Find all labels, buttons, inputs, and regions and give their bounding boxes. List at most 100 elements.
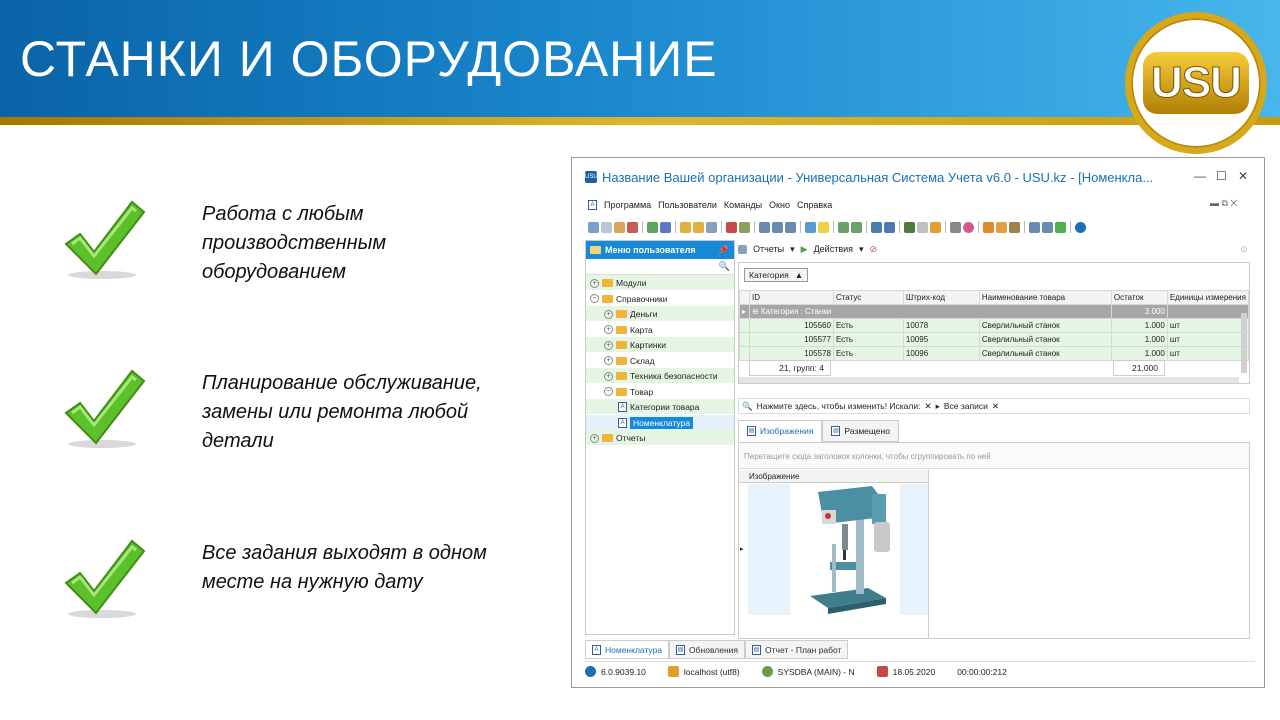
minimize-icon[interactable]: — bbox=[1194, 169, 1206, 183]
toolbar-icon[interactable] bbox=[627, 221, 638, 233]
menu-program[interactable]: Программа bbox=[604, 200, 651, 210]
tree-item[interactable]: + Модули bbox=[590, 276, 646, 290]
tree-item[interactable]: + Техника безопасности bbox=[604, 369, 718, 383]
filter-hint[interactable]: Нажмите здесь, чтобы изменить! Искали: bbox=[757, 401, 921, 411]
close-icon[interactable]: ✕ bbox=[924, 401, 931, 412]
toolbar-icon[interactable] bbox=[680, 221, 691, 233]
menu-commands[interactable]: Команды bbox=[724, 200, 762, 210]
gear-icon[interactable] bbox=[950, 221, 961, 233]
table-row[interactable]: 105577 Есть 10095 Сверлильный станок 1.000 шт bbox=[739, 332, 1250, 347]
tree-item[interactable]: + Отчеты bbox=[590, 431, 645, 445]
expand-icon[interactable]: + bbox=[604, 371, 613, 381]
document-icon: ▤ bbox=[676, 644, 686, 655]
toolbar-icon[interactable] bbox=[851, 221, 862, 233]
tree-item[interactable]: + Картинки bbox=[604, 338, 666, 352]
tree-item-label: Склад bbox=[630, 355, 655, 366]
column-header[interactable]: Изображение bbox=[739, 470, 928, 483]
toolbar-icon[interactable] bbox=[871, 221, 882, 233]
collapse-icon[interactable]: − bbox=[590, 294, 599, 303]
table-row[interactable]: 105560 Есть 10078 Сверлильный станок 1.000 шт bbox=[739, 318, 1250, 333]
expand-icon[interactable]: + bbox=[604, 309, 613, 319]
tree-item[interactable]: A Категории товара bbox=[618, 400, 699, 414]
toolbar-icon[interactable] bbox=[647, 221, 658, 233]
toolbar-icon[interactable] bbox=[904, 221, 915, 233]
expand-icon[interactable]: + bbox=[604, 340, 613, 350]
tab-nomenclature[interactable]: A Номенклатура bbox=[585, 640, 670, 659]
actions-button[interactable]: Действия bbox=[814, 244, 853, 254]
menu-search-box[interactable]: 🔍 bbox=[586, 259, 734, 275]
pin-icon[interactable]: 📌 bbox=[718, 245, 729, 256]
toolbar-icon[interactable] bbox=[726, 221, 737, 233]
restore-icon[interactable]: ▬ ⧉ ✕ bbox=[1210, 198, 1237, 209]
menu-window[interactable]: Окно bbox=[769, 200, 790, 210]
expand-icon[interactable]: + bbox=[604, 356, 613, 365]
expand-icon[interactable]: + bbox=[590, 278, 599, 288]
column-header[interactable]: Штрих-код bbox=[902, 290, 980, 305]
checkmark-icon bbox=[64, 369, 146, 448]
collapse-icon[interactable]: ⊖ bbox=[752, 307, 759, 316]
menu-users[interactable]: Пользователи bbox=[658, 200, 717, 210]
close-icon[interactable]: ✕ bbox=[992, 401, 999, 412]
tab-work-plan-report[interactable]: ▤ Отчет - План работ bbox=[745, 640, 849, 659]
tree-item[interactable]: − Справочники bbox=[590, 292, 668, 306]
tree-item[interactable]: A Номенклатура bbox=[618, 416, 694, 430]
toolbar-icon[interactable] bbox=[785, 221, 796, 233]
maximize-icon[interactable]: ☐ bbox=[1216, 169, 1227, 183]
toolbar-icon[interactable] bbox=[930, 221, 941, 233]
chevron-down-icon[interactable]: ▾ bbox=[859, 244, 864, 255]
toolbar-icon[interactable] bbox=[805, 221, 816, 233]
column-header[interactable]: Статус bbox=[832, 290, 904, 305]
close-icon[interactable]: ✕ bbox=[1238, 169, 1248, 183]
tree-item[interactable]: + Деньги bbox=[604, 307, 657, 321]
horizontal-scrollbar[interactable] bbox=[739, 377, 1239, 383]
toolbar-icon[interactable] bbox=[614, 221, 625, 233]
info-icon[interactable] bbox=[1075, 221, 1086, 233]
toolbar-icon[interactable] bbox=[693, 221, 704, 233]
toolbar-icon[interactable] bbox=[917, 221, 928, 233]
expand-icon[interactable]: + bbox=[604, 325, 613, 334]
toolbar-icon[interactable] bbox=[601, 221, 612, 233]
toolbar-icon[interactable] bbox=[983, 221, 994, 233]
filter-bar[interactable]: 🔍 Нажмите здесь, чтобы изменить! Искали:… bbox=[738, 398, 1250, 414]
tab-images[interactable]: ▤ Изображения bbox=[738, 420, 823, 442]
all-records-filter[interactable]: Все записи bbox=[944, 401, 988, 411]
toolbar-icon[interactable] bbox=[1009, 221, 1020, 233]
toolbar-icon[interactable] bbox=[963, 221, 974, 233]
toolbar-icon[interactable] bbox=[818, 221, 829, 233]
stop-icon[interactable]: ⊘ bbox=[870, 244, 878, 255]
tree-item[interactable]: + Карта bbox=[604, 323, 653, 337]
toolbar-icon[interactable] bbox=[996, 221, 1007, 233]
expand-icon[interactable]: + bbox=[590, 433, 599, 443]
toolbar-icon[interactable] bbox=[884, 221, 895, 233]
column-header[interactable]: Единицы измерения bbox=[1166, 290, 1250, 305]
toolbar-icon[interactable] bbox=[739, 221, 750, 233]
search-icon[interactable]: 🔍 bbox=[719, 261, 730, 272]
footer-total: 21.000 bbox=[1113, 360, 1165, 376]
toolbar-icon[interactable] bbox=[1042, 221, 1053, 233]
column-header[interactable]: ID bbox=[748, 290, 834, 305]
tree-item[interactable]: − Товар bbox=[604, 385, 653, 399]
toolbar-icon[interactable] bbox=[772, 221, 783, 233]
toolbar-icon[interactable] bbox=[1029, 221, 1040, 233]
play-icon[interactable] bbox=[1055, 221, 1066, 233]
toolbar-icon[interactable] bbox=[838, 221, 849, 233]
menu-help[interactable]: Справка bbox=[797, 200, 832, 210]
column-header[interactable]: Остаток bbox=[1110, 290, 1168, 305]
chevron-down-icon[interactable]: ▾ bbox=[790, 244, 795, 255]
collapse-icon[interactable]: − bbox=[604, 387, 613, 396]
group-by-chip[interactable]: Категория ▲ bbox=[744, 268, 809, 282]
reports-button[interactable]: Отчеты bbox=[753, 244, 784, 254]
product-image[interactable] bbox=[748, 484, 928, 615]
collapse-icon[interactable]: ⊙ bbox=[1240, 244, 1248, 255]
column-header[interactable]: Наименование товара bbox=[978, 290, 1112, 305]
cell-name: Сверлильный станок bbox=[978, 318, 1112, 333]
tab-updates[interactable]: ▤ Обновления bbox=[669, 640, 746, 659]
toolbar-icon[interactable] bbox=[660, 221, 671, 233]
group-row[interactable]: ▸ ⊖ Категория : Станки 3.000 bbox=[739, 304, 1250, 319]
toolbar-icon[interactable] bbox=[588, 221, 599, 233]
toolbar-icon[interactable] bbox=[759, 221, 770, 233]
vertical-scrollbar[interactable] bbox=[1241, 313, 1247, 373]
tree-item[interactable]: + Склад bbox=[604, 354, 655, 368]
toolbar-icon[interactable] bbox=[706, 221, 717, 233]
tab-placed[interactable]: ▤ Размещено bbox=[822, 420, 899, 442]
